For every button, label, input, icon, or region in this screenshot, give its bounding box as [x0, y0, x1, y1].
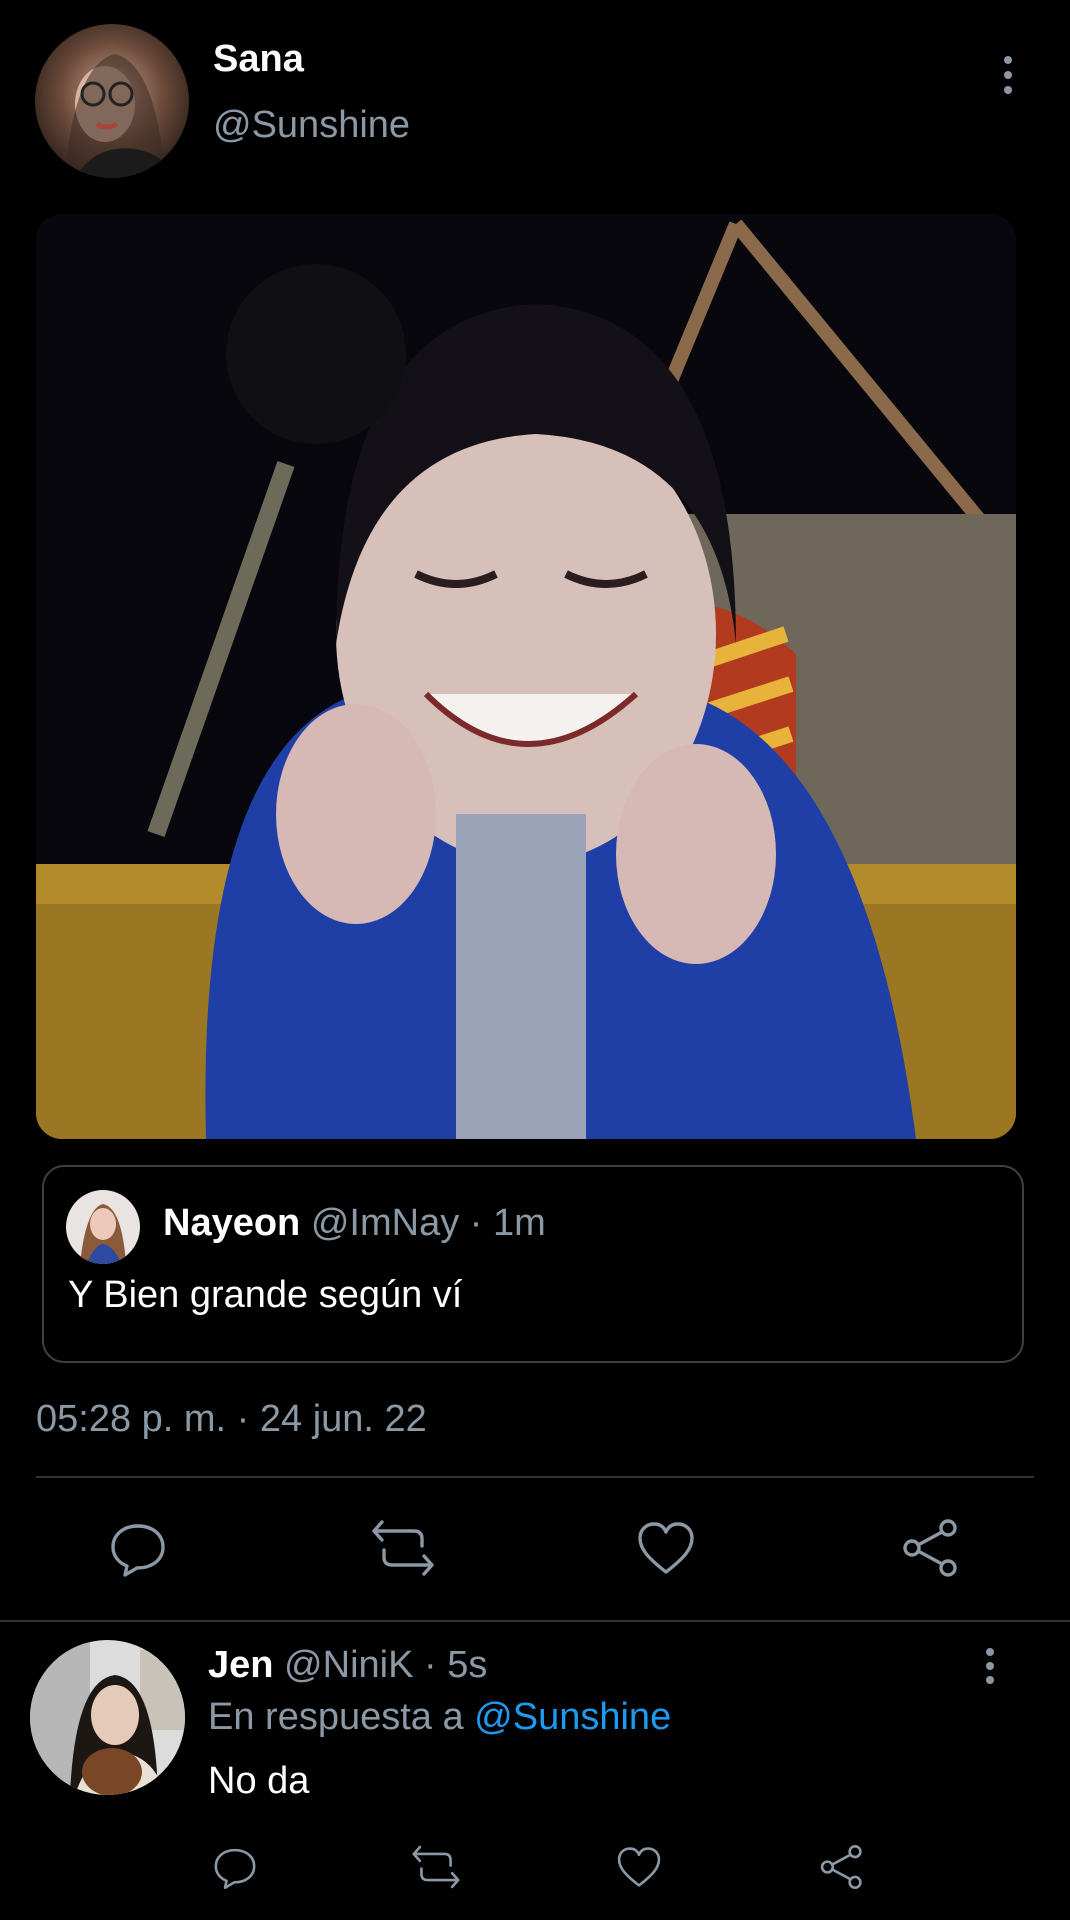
reply-author-meta: @NiniK · 5s [284, 1644, 488, 1686]
reply-icon[interactable] [108, 1518, 168, 1578]
share-icon[interactable] [900, 1518, 962, 1578]
reply-to-prefix: En respuesta a [208, 1696, 464, 1738]
quoted-tweet-card[interactable] [42, 1165, 1024, 1363]
reply-avatar-portrait-icon [30, 1640, 185, 1795]
reply-reply-icon[interactable] [212, 1844, 258, 1890]
quoted-author-name[interactable]: Nayeon [163, 1202, 300, 1244]
author-name[interactable]: Sana [213, 38, 304, 81]
quoted-tweet-header: Nayeon @ImNay · 1m [163, 1202, 546, 1245]
retweet-icon[interactable] [370, 1518, 436, 1578]
author-avatar[interactable] [35, 24, 189, 178]
quoted-author-avatar[interactable] [66, 1190, 140, 1264]
reply-to-handle-link[interactable]: @Sunshine [474, 1696, 671, 1738]
media-photo-icon [36, 214, 1016, 1139]
author-handle[interactable]: @Sunshine [213, 104, 410, 147]
reply-context: En respuesta a @Sunshine [208, 1696, 671, 1739]
divider [0, 1620, 1070, 1622]
reply-author-name[interactable]: Jen [208, 1644, 273, 1686]
tweet-timestamp[interactable]: 05:28 p. m. · 24 jun. 22 [36, 1398, 427, 1441]
reply-author-avatar[interactable] [30, 1640, 185, 1795]
avatar-portrait-icon [65, 54, 175, 178]
divider [36, 1476, 1034, 1478]
reply-like-icon[interactable] [616, 1844, 662, 1890]
like-icon[interactable] [636, 1518, 696, 1578]
more-options-icon[interactable] [1000, 56, 1016, 94]
reply-retweet-icon[interactable] [410, 1844, 462, 1890]
tweet-media-image[interactable] [36, 214, 1016, 1139]
quoted-tweet-text: Y Bien grande según ví [68, 1274, 463, 1316]
reply-text: No da [208, 1760, 310, 1802]
quoted-avatar-portrait-icon [80, 1204, 126, 1264]
reply-header: Jen @NiniK · 5s [208, 1644, 487, 1687]
reply-share-icon[interactable] [818, 1844, 866, 1890]
reply-more-options-icon[interactable] [982, 1648, 998, 1684]
quoted-author-meta: @ImNay · 1m [310, 1202, 546, 1244]
